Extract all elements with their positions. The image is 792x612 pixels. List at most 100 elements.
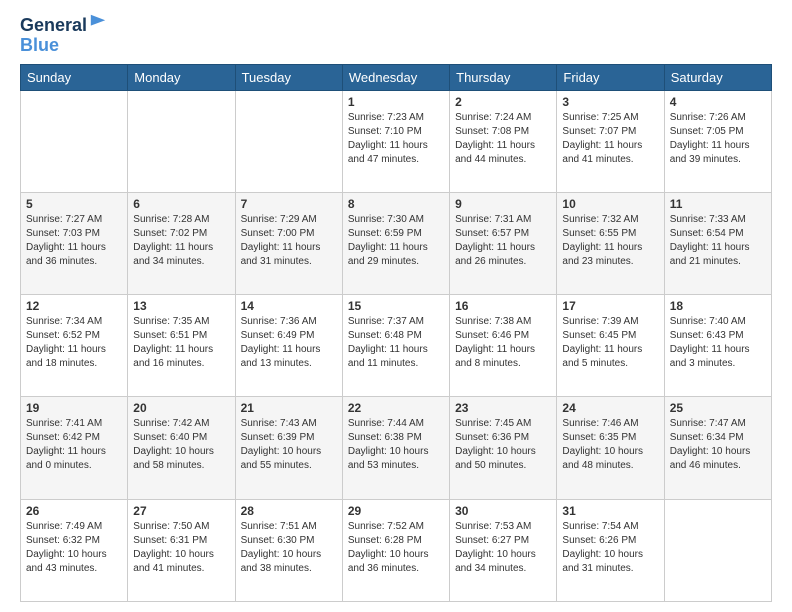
calendar-cell: 9 Sunrise: 7:31 AM Sunset: 6:57 PM Daylig… xyxy=(450,192,557,294)
day-number: 28 xyxy=(241,504,337,518)
calendar-cell: 21Sunrise: 7:43 AM Sunset: 6:39 PM Dayli… xyxy=(235,397,342,499)
logo-general: General xyxy=(20,16,87,36)
day-number: 21 xyxy=(241,401,337,415)
day-number: 5 xyxy=(26,197,122,211)
day-number: 9 xyxy=(455,197,551,211)
day-number: 3 xyxy=(562,95,658,109)
day-number: 19 xyxy=(26,401,122,415)
weekday-sunday: Sunday xyxy=(21,64,128,90)
day-number: 27 xyxy=(133,504,229,518)
day-info: Sunrise: 7:25 AM Sunset: 7:07 PM Dayligh… xyxy=(562,111,658,167)
calendar-cell: 30Sunrise: 7:53 AM Sunset: 6:27 PM Dayli… xyxy=(450,499,557,601)
day-number: 7 xyxy=(241,197,337,211)
day-number: 14 xyxy=(241,299,337,313)
calendar-cell: 7 Sunrise: 7:29 AM Sunset: 7:00 PM Daylig… xyxy=(235,192,342,294)
day-number: 12 xyxy=(26,299,122,313)
day-number: 23 xyxy=(455,401,551,415)
day-info: Sunrise: 7:51 AM Sunset: 6:30 PM Dayligh… xyxy=(241,520,337,576)
day-info: Sunrise: 7:52 AM Sunset: 6:28 PM Dayligh… xyxy=(348,520,444,576)
day-number: 30 xyxy=(455,504,551,518)
calendar-cell: 18 Sunrise: 7:40 AM Sunset: 6:43 PM Dayli… xyxy=(664,295,771,397)
calendar-cell: 20 Sunrise: 7:42 AM Sunset: 6:40 PM Dayli… xyxy=(128,397,235,499)
calendar-cell: 14 Sunrise: 7:36 AM Sunset: 6:49 PM Dayli… xyxy=(235,295,342,397)
calendar-cell: 12Sunrise: 7:34 AM Sunset: 6:52 PM Dayli… xyxy=(21,295,128,397)
calendar-cell: 13 Sunrise: 7:35 AM Sunset: 6:51 PM Dayli… xyxy=(128,295,235,397)
week-row-4: 26 Sunrise: 7:49 AM Sunset: 6:32 PM Dayli… xyxy=(21,499,772,601)
logo: General Blue xyxy=(20,16,107,56)
day-number: 17 xyxy=(562,299,658,313)
day-number: 2 xyxy=(455,95,551,109)
day-info: Sunrise: 7:39 AM Sunset: 6:45 PM Dayligh… xyxy=(562,315,658,371)
day-number: 18 xyxy=(670,299,766,313)
day-info: Sunrise: 7:47 AM Sunset: 6:34 PM Dayligh… xyxy=(670,417,766,473)
weekday-wednesday: Wednesday xyxy=(342,64,449,90)
calendar-cell xyxy=(235,90,342,192)
day-number: 22 xyxy=(348,401,444,415)
day-number: 29 xyxy=(348,504,444,518)
logo-blue: Blue xyxy=(20,36,59,56)
day-info: Sunrise: 7:41 AM Sunset: 6:42 PM Dayligh… xyxy=(26,417,122,473)
day-info: Sunrise: 7:27 AM Sunset: 7:03 PM Dayligh… xyxy=(26,213,122,269)
calendar-cell: 2 Sunrise: 7:24 AM Sunset: 7:08 PM Daylig… xyxy=(450,90,557,192)
day-info: Sunrise: 7:36 AM Sunset: 6:49 PM Dayligh… xyxy=(241,315,337,371)
calendar-cell: 26 Sunrise: 7:49 AM Sunset: 6:32 PM Dayli… xyxy=(21,499,128,601)
day-info: Sunrise: 7:35 AM Sunset: 6:51 PM Dayligh… xyxy=(133,315,229,371)
calendar-cell: 11Sunrise: 7:33 AM Sunset: 6:54 PM Dayli… xyxy=(664,192,771,294)
day-number: 24 xyxy=(562,401,658,415)
weekday-friday: Friday xyxy=(557,64,664,90)
week-row-0: 1 Sunrise: 7:23 AM Sunset: 7:10 PM Daylig… xyxy=(21,90,772,192)
day-info: Sunrise: 7:29 AM Sunset: 7:00 PM Dayligh… xyxy=(241,213,337,269)
calendar-cell: 28 Sunrise: 7:51 AM Sunset: 6:30 PM Dayli… xyxy=(235,499,342,601)
calendar-cell xyxy=(21,90,128,192)
calendar-cell: 22 Sunrise: 7:44 AM Sunset: 6:38 PM Dayli… xyxy=(342,397,449,499)
day-number: 26 xyxy=(26,504,122,518)
day-info: Sunrise: 7:44 AM Sunset: 6:38 PM Dayligh… xyxy=(348,417,444,473)
calendar-cell: 31Sunrise: 7:54 AM Sunset: 6:26 PM Dayli… xyxy=(557,499,664,601)
header: General Blue xyxy=(20,16,772,56)
calendar-cell: 17 Sunrise: 7:39 AM Sunset: 6:45 PM Dayli… xyxy=(557,295,664,397)
calendar-cell: 4Sunrise: 7:26 AM Sunset: 7:05 PM Daylig… xyxy=(664,90,771,192)
day-info: Sunrise: 7:32 AM Sunset: 6:55 PM Dayligh… xyxy=(562,213,658,269)
day-info: Sunrise: 7:40 AM Sunset: 6:43 PM Dayligh… xyxy=(670,315,766,371)
day-info: Sunrise: 7:26 AM Sunset: 7:05 PM Dayligh… xyxy=(670,111,766,167)
week-row-1: 5 Sunrise: 7:27 AM Sunset: 7:03 PM Daylig… xyxy=(21,192,772,294)
day-info: Sunrise: 7:46 AM Sunset: 6:35 PM Dayligh… xyxy=(562,417,658,473)
calendar-table: SundayMondayTuesdayWednesdayThursdayFrid… xyxy=(20,64,772,602)
calendar-cell: 1 Sunrise: 7:23 AM Sunset: 7:10 PM Daylig… xyxy=(342,90,449,192)
day-info: Sunrise: 7:33 AM Sunset: 6:54 PM Dayligh… xyxy=(670,213,766,269)
day-info: Sunrise: 7:42 AM Sunset: 6:40 PM Dayligh… xyxy=(133,417,229,473)
day-number: 8 xyxy=(348,197,444,211)
weekday-saturday: Saturday xyxy=(664,64,771,90)
week-row-2: 12Sunrise: 7:34 AM Sunset: 6:52 PM Dayli… xyxy=(21,295,772,397)
day-info: Sunrise: 7:37 AM Sunset: 6:48 PM Dayligh… xyxy=(348,315,444,371)
logo-flag-icon xyxy=(89,13,107,31)
day-number: 20 xyxy=(133,401,229,415)
calendar-cell: 15Sunrise: 7:37 AM Sunset: 6:48 PM Dayli… xyxy=(342,295,449,397)
day-info: Sunrise: 7:49 AM Sunset: 6:32 PM Dayligh… xyxy=(26,520,122,576)
day-number: 1 xyxy=(348,95,444,109)
day-number: 13 xyxy=(133,299,229,313)
calendar-cell: 23 Sunrise: 7:45 AM Sunset: 6:36 PM Dayli… xyxy=(450,397,557,499)
calendar-cell: 27Sunrise: 7:50 AM Sunset: 6:31 PM Dayli… xyxy=(128,499,235,601)
calendar-cell: 29 Sunrise: 7:52 AM Sunset: 6:28 PM Dayli… xyxy=(342,499,449,601)
day-info: Sunrise: 7:24 AM Sunset: 7:08 PM Dayligh… xyxy=(455,111,551,167)
day-number: 16 xyxy=(455,299,551,313)
day-number: 6 xyxy=(133,197,229,211)
weekday-monday: Monday xyxy=(128,64,235,90)
weekday-tuesday: Tuesday xyxy=(235,64,342,90)
day-info: Sunrise: 7:31 AM Sunset: 6:57 PM Dayligh… xyxy=(455,213,551,269)
calendar-body: 1 Sunrise: 7:23 AM Sunset: 7:10 PM Daylig… xyxy=(21,90,772,601)
day-info: Sunrise: 7:30 AM Sunset: 6:59 PM Dayligh… xyxy=(348,213,444,269)
calendar-cell: 8 Sunrise: 7:30 AM Sunset: 6:59 PM Daylig… xyxy=(342,192,449,294)
calendar-cell: 3 Sunrise: 7:25 AM Sunset: 7:07 PM Daylig… xyxy=(557,90,664,192)
day-info: Sunrise: 7:45 AM Sunset: 6:36 PM Dayligh… xyxy=(455,417,551,473)
weekday-thursday: Thursday xyxy=(450,64,557,90)
calendar-cell: 6Sunrise: 7:28 AM Sunset: 7:02 PM Daylig… xyxy=(128,192,235,294)
day-info: Sunrise: 7:38 AM Sunset: 6:46 PM Dayligh… xyxy=(455,315,551,371)
calendar-cell: 5 Sunrise: 7:27 AM Sunset: 7:03 PM Daylig… xyxy=(21,192,128,294)
day-info: Sunrise: 7:23 AM Sunset: 7:10 PM Dayligh… xyxy=(348,111,444,167)
day-info: Sunrise: 7:54 AM Sunset: 6:26 PM Dayligh… xyxy=(562,520,658,576)
calendar-cell: 19 Sunrise: 7:41 AM Sunset: 6:42 PM Dayli… xyxy=(21,397,128,499)
calendar-cell: 25Sunrise: 7:47 AM Sunset: 6:34 PM Dayli… xyxy=(664,397,771,499)
day-number: 10 xyxy=(562,197,658,211)
